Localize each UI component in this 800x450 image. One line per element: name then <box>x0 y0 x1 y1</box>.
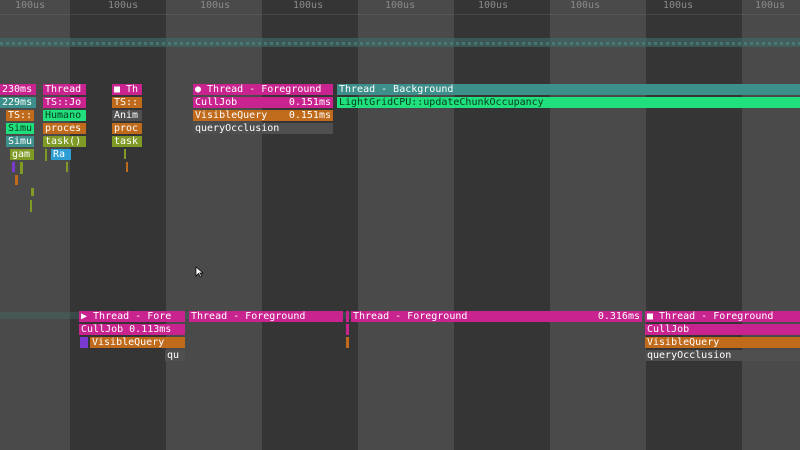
ruler-tick-label: 100us <box>15 0 46 11</box>
zone-sliver[interactable] <box>12 162 15 172</box>
time-band <box>358 0 454 450</box>
time-band <box>742 0 800 450</box>
zone-label: VisibleQuery <box>195 110 268 121</box>
thread-header-foreground[interactable]: ● Thread - Foreground <box>193 84 333 95</box>
thread-header[interactable]: Thread <box>43 84 86 95</box>
zone-block[interactable]: 229ms <box>0 97 36 108</box>
zone-block[interactable]: TS:: <box>112 97 142 108</box>
ruler-tick-label: 100us <box>293 0 324 11</box>
activity-dots <box>0 42 800 45</box>
zone-sliver[interactable] <box>15 175 18 185</box>
zone-culljob[interactable]: CullJob 0.113ms <box>79 324 185 335</box>
thread-header-background[interactable]: Thread - Background <box>337 84 800 95</box>
ruler-tick-label: 100us <box>570 0 601 11</box>
zone-culljob[interactable]: CullJob 0.151ms <box>193 97 333 108</box>
zone-queryocclusion[interactable]: queryOcclusion <box>645 350 800 361</box>
zone-sliver[interactable] <box>20 162 23 174</box>
zone-sliver[interactable] <box>45 149 47 161</box>
zone-queryocclusion[interactable]: queryOcclusion <box>193 123 333 134</box>
zone-block[interactable]: proc <box>112 123 142 134</box>
time-band <box>166 0 262 450</box>
time-band <box>0 0 70 450</box>
zone-queryocclusion[interactable]: qu <box>165 350 185 361</box>
thread-label: Thread - Foreground <box>353 311 468 322</box>
zone-visiblequery[interactable]: VisibleQuery <box>645 337 800 348</box>
ruler-tick-label: 100us <box>663 0 694 11</box>
zone-sliver[interactable] <box>126 162 128 172</box>
ruler-tick-label: 100us <box>108 0 139 11</box>
zone-visiblequery[interactable]: VisibleQuery <box>90 337 185 348</box>
zone-block[interactable]: TS:: <box>6 110 34 121</box>
thread-header-foreground[interactable]: Thread - Foreground <box>189 311 343 322</box>
ruler-tick-label: 100us <box>200 0 231 11</box>
zone-sliver[interactable] <box>66 162 68 172</box>
ruler-tick-label: 100us <box>385 0 416 11</box>
zone-lightgrid[interactable]: LightGridCPU::updateChunkOccupancy <box>337 97 800 108</box>
zone-block[interactable]: Simu <box>6 123 34 134</box>
zone-block[interactable]: proces <box>43 123 86 134</box>
time-band <box>70 0 166 450</box>
timeline-viewport[interactable]: 100us 100us 100us 100us 100us 100us 100u… <box>0 0 800 450</box>
zone-sliver[interactable] <box>346 337 349 348</box>
ruler-tick-label: 100us <box>755 0 786 11</box>
zone-duration: 0.316ms <box>597 311 640 322</box>
thread-header-foreground[interactable]: Thread - Foreground 0.316ms <box>351 311 642 322</box>
zone-block[interactable]: task() <box>43 136 86 147</box>
thread-header[interactable]: ■ Th <box>112 84 142 95</box>
time-band <box>454 0 550 450</box>
time-band <box>646 0 742 450</box>
zone-block[interactable]: Humano <box>43 110 86 121</box>
zone-duration: 0.151ms <box>288 97 331 108</box>
time-band <box>262 0 358 450</box>
ruler-tick-label: 100us <box>478 0 509 11</box>
zone-block[interactable]: Ra <box>51 149 71 160</box>
zone-block[interactable]: task <box>112 136 142 147</box>
zone-sliver[interactable] <box>30 200 32 212</box>
zone-block[interactable]: Simu <box>6 136 34 147</box>
time-band <box>550 0 646 450</box>
zone-block[interactable]: 230ms <box>0 84 36 95</box>
zone-block[interactable]: gam <box>10 149 34 160</box>
zone-visiblequery[interactable]: VisibleQuery 0.151ms <box>193 110 333 121</box>
ruler-line <box>0 14 800 15</box>
thread-header-foreground[interactable]: ■ Thread - Foreground <box>645 311 800 322</box>
mouse-cursor-icon <box>195 266 204 278</box>
zone-block[interactable]: TS::Jo <box>43 97 86 108</box>
zone-sliver[interactable] <box>346 324 349 335</box>
zone-sliver[interactable] <box>346 311 349 322</box>
zone-sliver[interactable] <box>80 337 88 348</box>
zone-sliver[interactable] <box>124 149 126 159</box>
zone-block[interactable]: Anim <box>112 110 142 121</box>
thread-header-foreground[interactable]: ▶ Thread - Fore <box>79 311 185 322</box>
zone-label: CullJob <box>195 97 238 108</box>
zone-culljob[interactable]: CullJob <box>645 324 800 335</box>
zone-sliver[interactable] <box>31 188 34 196</box>
zone-duration: 0.151ms <box>288 110 331 121</box>
